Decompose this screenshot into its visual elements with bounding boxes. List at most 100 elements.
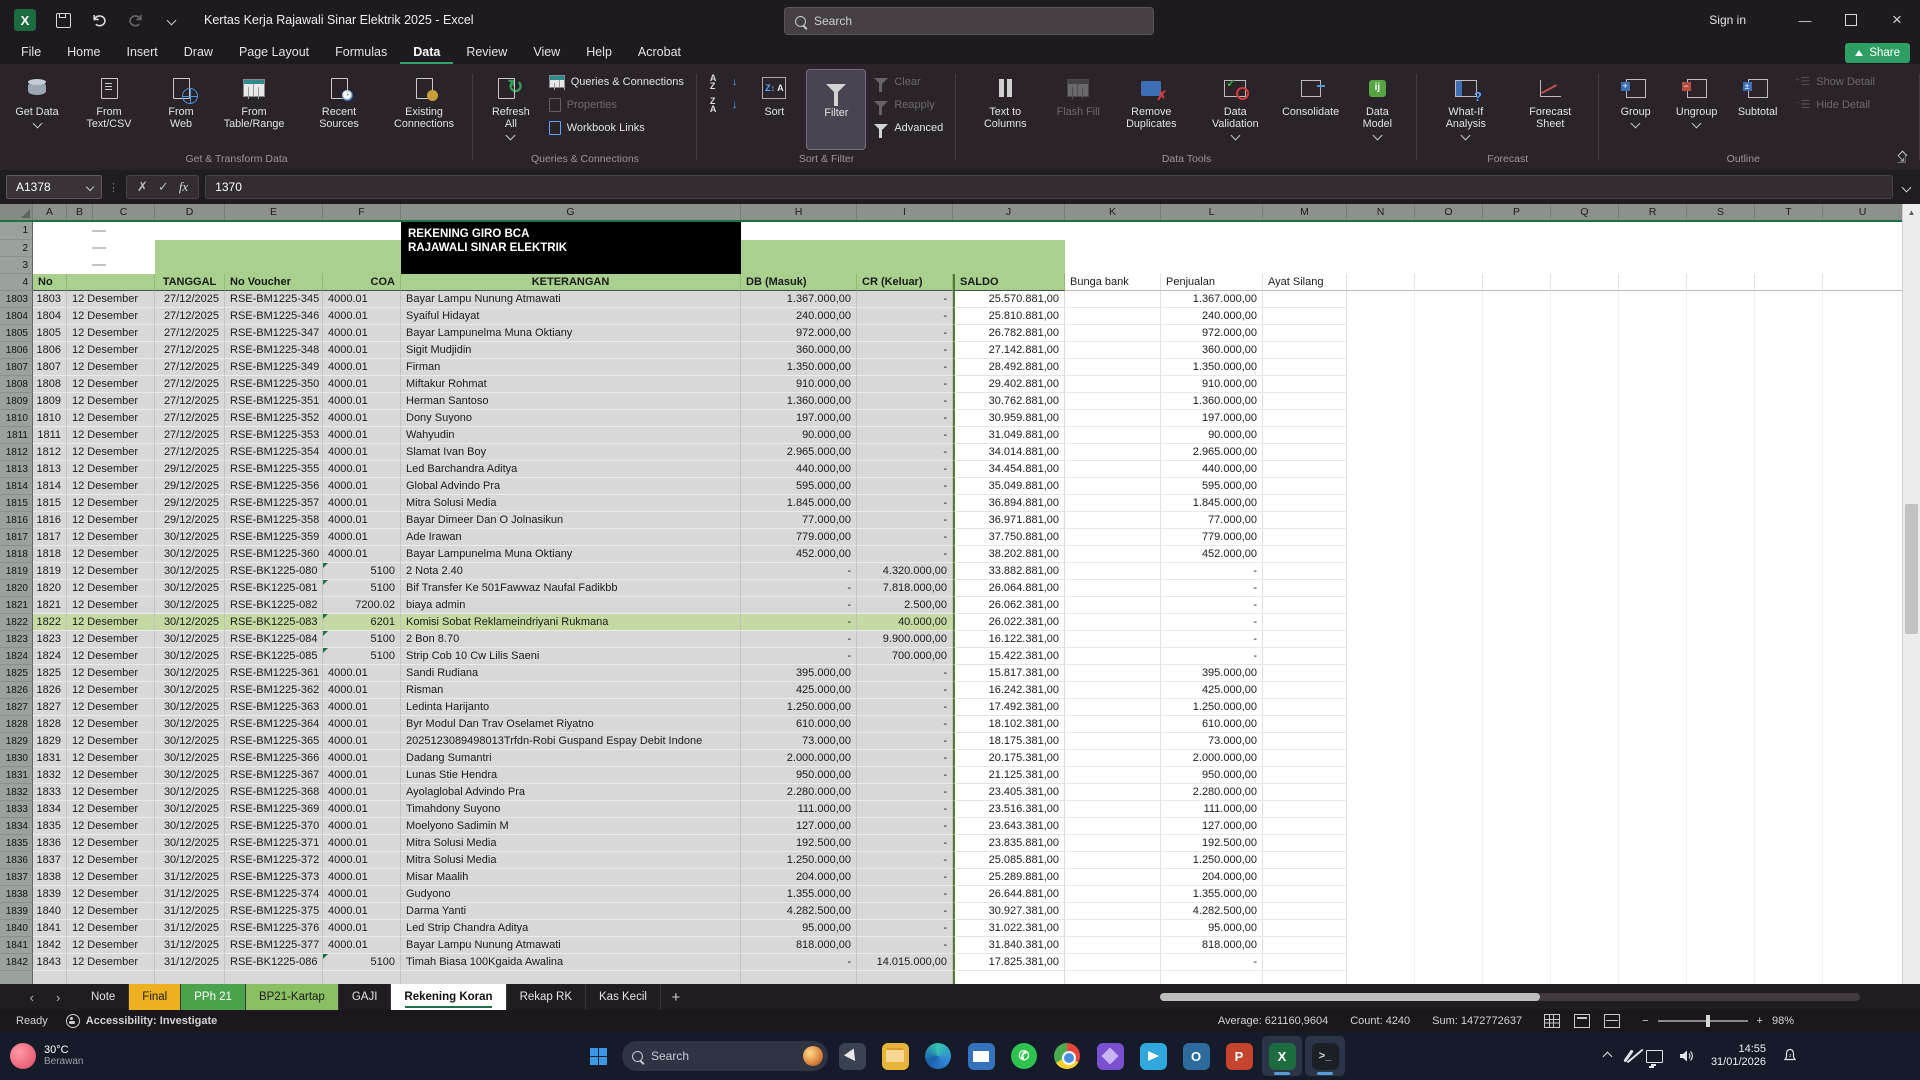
- column-header-S[interactable]: S: [1687, 204, 1755, 220]
- cell-D1837[interactable]: 31/12/2025: [155, 869, 225, 886]
- cell-T1823[interactable]: [1755, 631, 1823, 648]
- cell-D1835[interactable]: 30/12/2025: [155, 835, 225, 852]
- menu-tab-data[interactable]: Data: [400, 42, 453, 64]
- cell-K1816[interactable]: [1065, 512, 1161, 529]
- cell-M1806[interactable]: [1263, 342, 1347, 359]
- cell-O1814[interactable]: [1415, 478, 1483, 495]
- cell-G1841[interactable]: Bayar Lampu Nunung Atmawati: [401, 937, 741, 954]
- cell-I1837[interactable]: -: [857, 869, 953, 886]
- row-header-1827[interactable]: 1827: [0, 699, 33, 716]
- cell-Q1809[interactable]: [1551, 393, 1619, 410]
- cell-L1821[interactable]: -: [1161, 597, 1263, 614]
- cell-M1805[interactable]: [1263, 325, 1347, 342]
- cell-P1840[interactable]: [1483, 920, 1551, 937]
- cell-R1818[interactable]: [1619, 546, 1687, 563]
- cell-A1842[interactable]: 1843: [33, 954, 67, 971]
- cell-BC1821[interactable]: 12 Desember: [67, 597, 155, 614]
- zoom-slider[interactable]: [1658, 1020, 1748, 1022]
- cell-P1818[interactable]: [1483, 546, 1551, 563]
- cell-K1812[interactable]: [1065, 444, 1161, 461]
- cell-O1832[interactable]: [1415, 784, 1483, 801]
- cell-G1813[interactable]: Led Barchandra Aditya: [401, 461, 741, 478]
- formula-input[interactable]: 1370: [205, 175, 1893, 199]
- cell-E1818[interactable]: RSE-BM1225-360: [225, 546, 323, 563]
- cell-L1826[interactable]: 425.000,00: [1161, 682, 1263, 699]
- cell-O1810[interactable]: [1415, 410, 1483, 427]
- cell-F1834[interactable]: 4000.01: [323, 818, 401, 835]
- cell-I1807[interactable]: -: [857, 359, 953, 376]
- terminal-taskbar-icon[interactable]: >_: [1305, 1036, 1345, 1076]
- cell-P1805[interactable]: [1483, 325, 1551, 342]
- cell-P1819[interactable]: [1483, 563, 1551, 580]
- cell-A1805[interactable]: 1805: [33, 325, 67, 342]
- cell-D1809[interactable]: 27/12/2025: [155, 393, 225, 410]
- cell-H1811[interactable]: 90.000,00: [741, 427, 857, 444]
- cell-Q1808[interactable]: [1551, 376, 1619, 393]
- cell-F1821[interactable]: 7200.02: [323, 597, 401, 614]
- cell-D1834[interactable]: 30/12/2025: [155, 818, 225, 835]
- cell-R1829[interactable]: [1619, 733, 1687, 750]
- cell-L1842[interactable]: -: [1161, 954, 1263, 971]
- cell-N1818[interactable]: [1347, 546, 1415, 563]
- page-layout-view-button[interactable]: [1574, 1014, 1590, 1028]
- cell-H1810[interactable]: 197.000,00: [741, 410, 857, 427]
- cell-P1830[interactable]: [1483, 750, 1551, 767]
- cell-BC1809[interactable]: 12 Desember: [67, 393, 155, 410]
- cell-A1822[interactable]: 1822: [33, 614, 67, 631]
- cell-E1839[interactable]: RSE-BM1225-375: [225, 903, 323, 920]
- cell-U1808[interactable]: [1823, 376, 1903, 393]
- cell-I1827[interactable]: -: [857, 699, 953, 716]
- cell-T1836[interactable]: [1755, 852, 1823, 869]
- cell-F1837[interactable]: 4000.01: [323, 869, 401, 886]
- cell-T1828[interactable]: [1755, 716, 1823, 733]
- cell-H1828[interactable]: 610.000,00: [741, 716, 857, 733]
- cell-R1842[interactable]: [1619, 954, 1687, 971]
- cell-J1835[interactable]: 23.835.881,00: [953, 835, 1065, 852]
- cell-T1822[interactable]: [1755, 614, 1823, 631]
- cell-Q1833[interactable]: [1551, 801, 1619, 818]
- row-header-1840[interactable]: 1840: [0, 920, 33, 937]
- enter-formula-button[interactable]: ✓: [158, 179, 169, 195]
- taskbar-search[interactable]: Search: [622, 1041, 828, 1071]
- cell-M1832[interactable]: [1263, 784, 1347, 801]
- cell-G1839[interactable]: Darma Yanti: [401, 903, 741, 920]
- cell-A1810[interactable]: 1810: [33, 410, 67, 427]
- cell-L1827[interactable]: 1.250.000,00: [1161, 699, 1263, 716]
- cell-T1806[interactable]: [1755, 342, 1823, 359]
- cell-G1810[interactable]: Dony Suyono: [401, 410, 741, 427]
- start-button[interactable]: [578, 1036, 618, 1076]
- cell-BC1813[interactable]: 12 Desember: [67, 461, 155, 478]
- get-data-button[interactable]: Get Data: [8, 69, 66, 150]
- cell-BC1835[interactable]: 12 Desember: [67, 835, 155, 852]
- cell-D1828[interactable]: 30/12/2025: [155, 716, 225, 733]
- name-box-dropdown-icon[interactable]: [86, 183, 94, 191]
- cell-A1840[interactable]: 1841: [33, 920, 67, 937]
- column-header-H[interactable]: H: [741, 204, 857, 220]
- table-header-H[interactable]: DB (Masuk): [741, 274, 857, 291]
- cell-E1805[interactable]: RSE-BM1225-347: [225, 325, 323, 342]
- from-text-csv-button[interactable]: From Text/CSV: [69, 69, 149, 150]
- cell-J1827[interactable]: 17.492.381,00: [953, 699, 1065, 716]
- cell-U1819[interactable]: [1823, 563, 1903, 580]
- cell-T1812[interactable]: [1755, 444, 1823, 461]
- cell-J1831[interactable]: 21.125.381,00: [953, 767, 1065, 784]
- menu-tab-view[interactable]: View: [520, 42, 573, 64]
- horizontal-scrollbar[interactable]: [1160, 993, 1860, 1001]
- cell-E1816[interactable]: RSE-BM1225-358: [225, 512, 323, 529]
- column-header-A[interactable]: A: [33, 204, 67, 220]
- cell-T1840[interactable]: [1755, 920, 1823, 937]
- cell-R1830[interactable]: [1619, 750, 1687, 767]
- cell-H1814[interactable]: 595.000,00: [741, 478, 857, 495]
- cell-F1804[interactable]: 4000.01: [323, 308, 401, 325]
- row-header-1817[interactable]: 1817: [0, 529, 33, 546]
- cell-D1806[interactable]: 27/12/2025: [155, 342, 225, 359]
- row-header-1836[interactable]: 1836: [0, 852, 33, 869]
- cell-A1826[interactable]: 1826: [33, 682, 67, 699]
- cell-BC1810[interactable]: 12 Desember: [67, 410, 155, 427]
- cell-D1811[interactable]: 27/12/2025: [155, 427, 225, 444]
- cell-L1832[interactable]: 2.280.000,00: [1161, 784, 1263, 801]
- cell-E1804[interactable]: RSE-BM1225-346: [225, 308, 323, 325]
- cell-D1842[interactable]: 31/12/2025: [155, 954, 225, 971]
- cell-F1833[interactable]: 4000.01: [323, 801, 401, 818]
- cell-U1813[interactable]: [1823, 461, 1903, 478]
